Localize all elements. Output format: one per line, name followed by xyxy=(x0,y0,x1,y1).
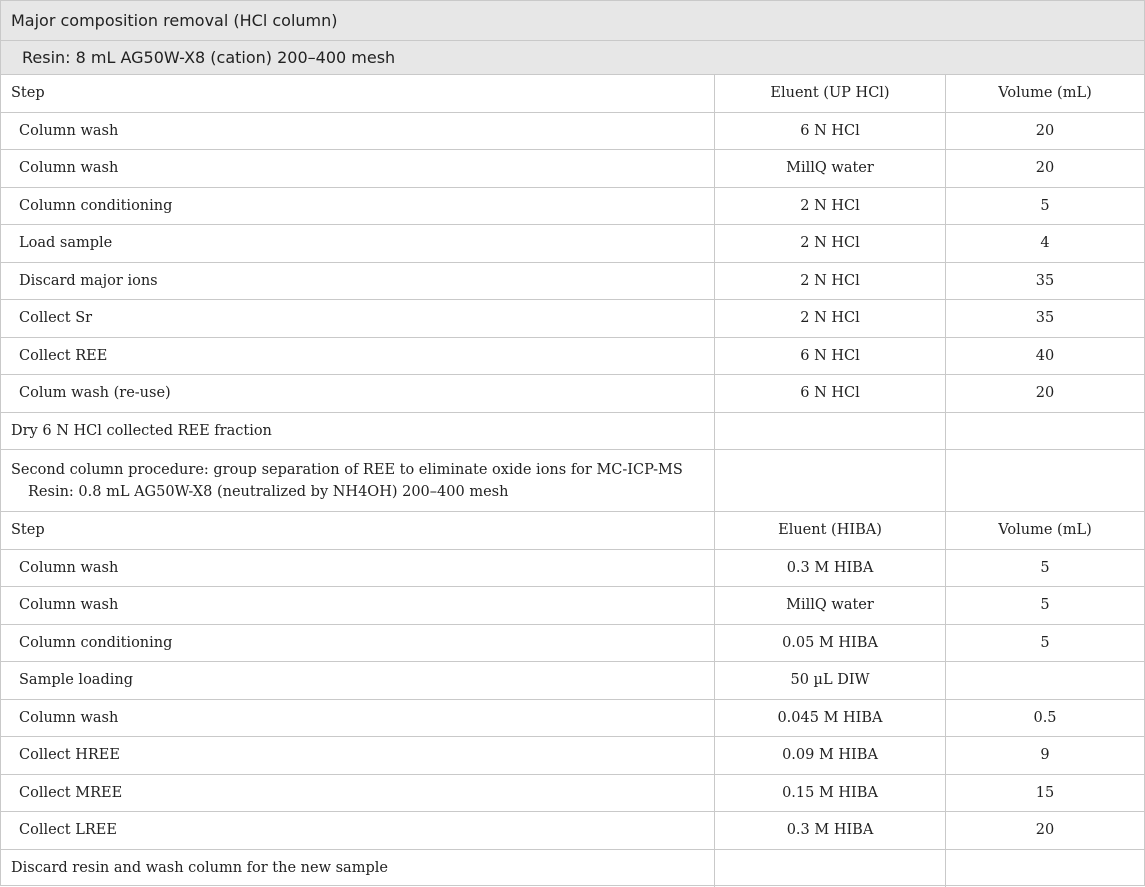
step-cell: Column wash xyxy=(1,113,715,150)
eluent-cell: 2 N HCl xyxy=(715,225,946,262)
volume-cell: 20 xyxy=(946,375,1144,412)
volume-cell: 35 xyxy=(946,300,1144,337)
column-header-volume: Volume (mL) xyxy=(946,512,1144,549)
empty-cell xyxy=(715,413,946,450)
volume-cell: 5 xyxy=(946,625,1144,662)
volume-cell: 5 xyxy=(946,188,1144,225)
note-cell: Dry 6 N HCl collected REE fraction xyxy=(1,413,715,450)
volume-cell: 15 xyxy=(946,775,1144,812)
empty-cell xyxy=(715,450,946,511)
eluent-cell: 0.09 M HIBA xyxy=(715,737,946,774)
volume-cell: 4 xyxy=(946,225,1144,262)
step-cell: Collect Sr xyxy=(1,300,715,337)
volume-cell: 20 xyxy=(946,812,1144,849)
step-cell: Sample loading xyxy=(1,662,715,699)
table-row: Sample loading 50 µL DIW xyxy=(1,662,1144,700)
volume-cell: 40 xyxy=(946,338,1144,375)
volume-cell: 20 xyxy=(946,113,1144,150)
step-cell: Collect HREE xyxy=(1,737,715,774)
procedure-table: Major composition removal (HCl column) R… xyxy=(0,0,1145,886)
eluent-cell: 50 µL DIW xyxy=(715,662,946,699)
section1-header-row: Step Eluent (UP HCl) Volume (mL) xyxy=(1,75,1144,113)
section2-header-row: Step Eluent (HIBA) Volume (mL) xyxy=(1,512,1144,550)
table-row: Collect REE 6 N HCl 40 xyxy=(1,338,1144,376)
step-cell: Column wash xyxy=(1,700,715,737)
empty-cell xyxy=(715,850,946,887)
step-cell: Discard major ions xyxy=(1,263,715,300)
eluent-cell: 2 N HCl xyxy=(715,300,946,337)
column-header-step: Step xyxy=(1,75,715,112)
column-header-step: Step xyxy=(1,512,715,549)
step-cell: Column wash xyxy=(1,587,715,624)
step-cell: Collect REE xyxy=(1,338,715,375)
eluent-cell: MillQ water xyxy=(715,150,946,187)
volume-cell: 0.5 xyxy=(946,700,1144,737)
volume-cell: 20 xyxy=(946,150,1144,187)
table-title: Major composition removal (HCl column) xyxy=(1,0,1144,41)
section2-note-row: Discard resin and wash column for the ne… xyxy=(1,850,1144,887)
section2-title-cell: Second column procedure: group separatio… xyxy=(1,450,715,511)
table-row: Colum wash (re-use) 6 N HCl 20 xyxy=(1,375,1144,413)
resin-subtitle: Resin: 8 mL AG50W-X8 (cation) 200–400 me… xyxy=(1,41,1144,75)
volume-cell: 5 xyxy=(946,587,1144,624)
volume-cell: 5 xyxy=(946,550,1144,587)
eluent-cell: 2 N HCl xyxy=(715,188,946,225)
eluent-cell: 6 N HCl xyxy=(715,338,946,375)
volume-cell: 9 xyxy=(946,737,1144,774)
section2-title-row: Second column procedure: group separatio… xyxy=(1,450,1144,512)
table-row: Collect HREE 0.09 M HIBA 9 xyxy=(1,737,1144,775)
column-header-eluent: Eluent (UP HCl) xyxy=(715,75,946,112)
table-row: Column wash 6 N HCl 20 xyxy=(1,113,1144,151)
eluent-cell: 0.045 M HIBA xyxy=(715,700,946,737)
eluent-cell: 2 N HCl xyxy=(715,263,946,300)
step-cell: Column wash xyxy=(1,550,715,587)
volume-cell xyxy=(946,662,1144,699)
table-row: Collect LREE 0.3 M HIBA 20 xyxy=(1,812,1144,850)
section2-resin: Resin: 0.8 mL AG50W-X8 (neutralized by N… xyxy=(11,481,683,503)
note-cell: Discard resin and wash column for the ne… xyxy=(1,850,715,887)
table-row: Collect MREE 0.15 M HIBA 15 xyxy=(1,775,1144,813)
empty-cell xyxy=(946,413,1144,450)
step-cell: Collect LREE xyxy=(1,812,715,849)
step-cell: Column conditioning xyxy=(1,625,715,662)
eluent-cell: 0.15 M HIBA xyxy=(715,775,946,812)
empty-cell xyxy=(946,850,1144,887)
volume-cell: 35 xyxy=(946,263,1144,300)
section2-title: Second column procedure: group separatio… xyxy=(11,459,683,481)
step-cell: Colum wash (re-use) xyxy=(1,375,715,412)
empty-cell xyxy=(946,450,1144,511)
table-row: Column wash 0.3 M HIBA 5 xyxy=(1,550,1144,588)
eluent-cell: 0.3 M HIBA xyxy=(715,550,946,587)
table-row: Column conditioning 0.05 M HIBA 5 xyxy=(1,625,1144,663)
eluent-cell: 6 N HCl xyxy=(715,113,946,150)
column-header-volume: Volume (mL) xyxy=(946,75,1144,112)
table-row: Column wash MillQ water 5 xyxy=(1,587,1144,625)
table-row: Collect Sr 2 N HCl 35 xyxy=(1,300,1144,338)
section1-note-row: Dry 6 N HCl collected REE fraction xyxy=(1,413,1144,451)
step-cell: Column wash xyxy=(1,150,715,187)
step-cell: Collect MREE xyxy=(1,775,715,812)
eluent-cell: 0.3 M HIBA xyxy=(715,812,946,849)
step-cell: Load sample xyxy=(1,225,715,262)
step-cell: Column conditioning xyxy=(1,188,715,225)
eluent-cell: 0.05 M HIBA xyxy=(715,625,946,662)
column-header-eluent: Eluent (HIBA) xyxy=(715,512,946,549)
table-row: Column wash 0.045 M HIBA 0.5 xyxy=(1,700,1144,738)
table-row: Load sample 2 N HCl 4 xyxy=(1,225,1144,263)
table-row: Column conditioning 2 N HCl 5 xyxy=(1,188,1144,226)
eluent-cell: 6 N HCl xyxy=(715,375,946,412)
table-row: Discard major ions 2 N HCl 35 xyxy=(1,263,1144,301)
table-row: Column wash MillQ water 20 xyxy=(1,150,1144,188)
eluent-cell: MillQ water xyxy=(715,587,946,624)
